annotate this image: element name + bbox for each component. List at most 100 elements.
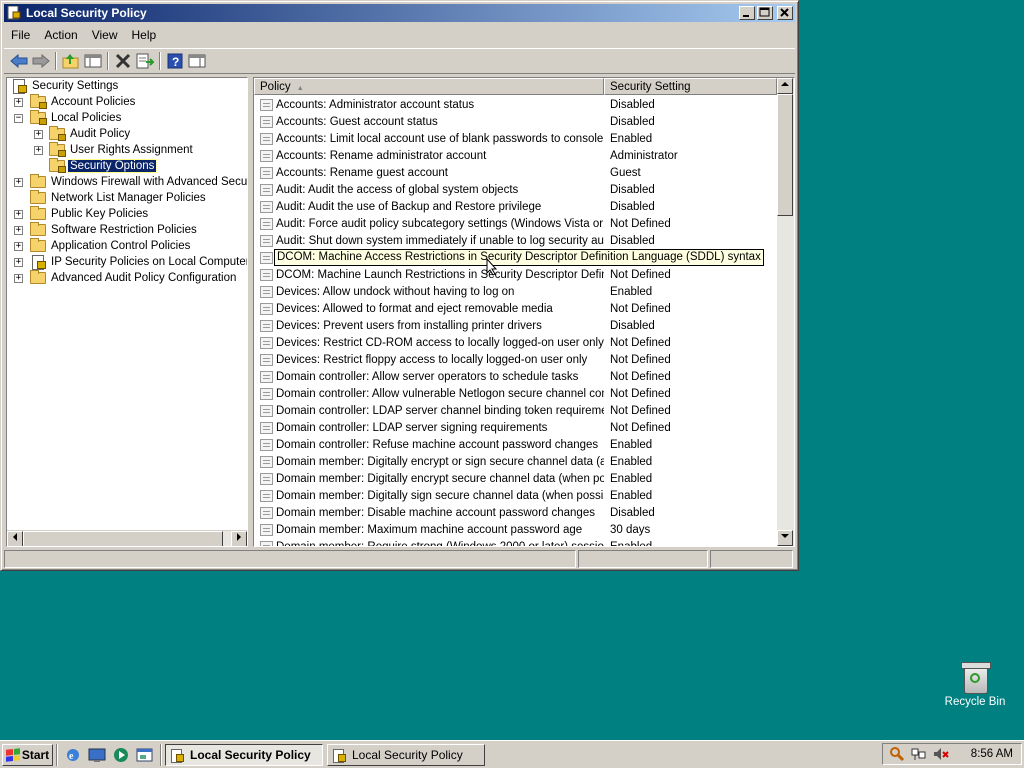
recycle-bin[interactable]: Recycle Bin	[940, 660, 1010, 708]
policy-name: Domain controller: Allow vulnerable Netl…	[276, 387, 604, 400]
table-row[interactable]: Domain controller: LDAP server signing r…	[254, 419, 777, 436]
title-bar[interactable]: Local Security Policy	[4, 4, 795, 22]
tree-item-user-rights-assignment[interactable]: User Rights Assignment	[49, 142, 195, 158]
list-vertical-scrollbar[interactable]	[777, 78, 794, 546]
security-policy-icon	[332, 748, 346, 763]
show-hide-action-pane-button[interactable]	[186, 50, 208, 72]
maximize-button[interactable]	[757, 6, 773, 20]
tree-item-security-settings[interactable]: Security Settings	[11, 78, 120, 94]
toolbar-separator	[159, 52, 161, 70]
table-row[interactable]: Accounts: Administrator account status Di…	[254, 96, 777, 113]
show-hide-tree-button[interactable]	[82, 50, 104, 72]
close-button[interactable]	[777, 6, 793, 20]
tree-item-advanced-audit[interactable]: Advanced Audit Policy Configuration	[30, 270, 238, 286]
expand-ip-security[interactable]: +	[14, 258, 23, 267]
table-row[interactable]: Domain member: Digitally encrypt secure …	[254, 470, 777, 487]
expand-account-policies[interactable]: +	[14, 98, 23, 107]
table-row[interactable]: DCOM: Machine Launch Restrictions in Sec…	[254, 266, 777, 283]
scroll-down-button[interactable]	[777, 530, 793, 546]
up-level-button[interactable]	[60, 50, 82, 72]
tree-item-software-restriction[interactable]: Software Restriction Policies	[30, 222, 199, 238]
table-row[interactable]: Devices: Allow undock without having to …	[254, 283, 777, 300]
tree-item-public-key-policies[interactable]: Public Key Policies	[30, 206, 150, 222]
table-row[interactable]: Devices: Prevent users from installing p…	[254, 317, 777, 334]
policy-icon	[260, 489, 273, 502]
taskbar-button-local-security-policy[interactable]: Local Security Policy	[165, 743, 323, 766]
expand-audit-policy[interactable]: +	[34, 130, 43, 139]
table-row[interactable]: Domain member: Maximum machine account p…	[254, 521, 777, 538]
network-icon[interactable]	[911, 746, 927, 762]
table-row[interactable]: Accounts: Rename guest account Guest	[254, 164, 777, 181]
scroll-left-button[interactable]	[7, 531, 23, 546]
export-list-icon	[136, 53, 154, 69]
expand-application-control[interactable]: +	[14, 242, 23, 251]
table-row[interactable]: Accounts: Rename administrator account Ad…	[254, 147, 777, 164]
minimize-button[interactable]	[739, 6, 755, 20]
expand-software-restriction[interactable]: +	[14, 226, 23, 235]
table-row[interactable]: Audit: Force audit policy subcategory se…	[254, 215, 777, 232]
collapse-local-policies[interactable]: −	[14, 114, 23, 123]
tree-item-application-control[interactable]: Application Control Policies	[30, 238, 192, 254]
search-icon[interactable]	[889, 746, 905, 762]
column-header-setting[interactable]: Security Setting	[604, 78, 777, 95]
expand-windows-firewall[interactable]: +	[14, 178, 23, 187]
start-button[interactable]: Start	[2, 743, 53, 766]
table-row[interactable]: Devices: Restrict floppy access to local…	[254, 351, 777, 368]
scroll-up-button[interactable]	[777, 78, 793, 94]
table-row[interactable]: Domain controller: Allow server operator…	[254, 368, 777, 385]
server-manager-icon[interactable]	[136, 747, 154, 763]
back-button[interactable]	[8, 50, 30, 72]
delete-button[interactable]	[112, 50, 134, 72]
volume-muted-icon[interactable]	[933, 746, 949, 762]
table-row[interactable]: Audit: Shut down system immediately if u…	[254, 232, 777, 249]
menu-file[interactable]: File	[4, 26, 37, 44]
tree-item-label: Software Restriction Policies	[51, 224, 197, 236]
table-row[interactable]: Accounts: Limit local account use of bla…	[254, 130, 777, 147]
expand-public-key-policies[interactable]: +	[14, 210, 23, 219]
table-row[interactable]: Accounts: Guest account status Disabled	[254, 113, 777, 130]
tree-horizontal-scrollbar[interactable]	[7, 530, 247, 546]
task-label: Local Security Policy	[352, 747, 463, 762]
column-header-policy[interactable]: Policy ▲	[254, 78, 604, 95]
left-arrow-icon	[13, 533, 17, 541]
taskbar-divider	[56, 743, 58, 766]
tree-item-ip-security[interactable]: IP Security Policies on Local Computer	[30, 254, 247, 270]
table-row[interactable]: Domain member: Digitally sign secure cha…	[254, 487, 777, 504]
table-row[interactable]: Domain member: Require strong (Windows 2…	[254, 538, 777, 546]
table-row[interactable]: Devices: Allowed to format and eject rem…	[254, 300, 777, 317]
table-row[interactable]: Domain controller: Allow vulnerable Netl…	[254, 385, 777, 402]
help-button[interactable]: ?	[164, 50, 186, 72]
table-row[interactable]: Devices: Restrict CD-ROM access to local…	[254, 334, 777, 351]
internet-explorer-icon[interactable]: e	[64, 747, 82, 763]
table-row[interactable]: Domain member: Digitally encrypt or sign…	[254, 453, 777, 470]
vertical-scroll-thumb[interactable]	[777, 94, 793, 216]
maximize-icon	[759, 7, 770, 17]
forward-button[interactable]	[30, 50, 52, 72]
tree-item-windows-firewall[interactable]: Windows Firewall with Advanced Security	[30, 174, 247, 190]
menu-view[interactable]: View	[85, 26, 125, 44]
scroll-right-button[interactable]	[231, 531, 247, 546]
security-policy-icon	[6, 5, 22, 20]
expand-user-rights-assignment[interactable]: +	[34, 146, 43, 155]
menu-action[interactable]: Action	[37, 26, 84, 44]
tree-item-account-policies[interactable]: Account Policies	[30, 94, 137, 110]
media-player-icon[interactable]	[112, 747, 130, 763]
show-desktop-icon[interactable]	[88, 747, 106, 763]
menu-help[interactable]: Help	[125, 26, 164, 44]
tree-item-security-options[interactable]: Security Options	[49, 158, 158, 174]
taskbar-button-local-security-policy-2[interactable]: Local Security Policy	[327, 743, 485, 766]
policy-icon	[260, 115, 273, 128]
tree-item-local-policies[interactable]: Local Policies	[30, 110, 123, 126]
table-row[interactable]: Domain member: Disable machine account p…	[254, 504, 777, 521]
expand-advanced-audit[interactable]: +	[14, 274, 23, 283]
export-list-button[interactable]	[134, 50, 156, 72]
table-row[interactable]: Audit: Audit the access of global system…	[254, 181, 777, 198]
table-row[interactable]: Domain controller: LDAP server channel b…	[254, 402, 777, 419]
table-row[interactable]: Audit: Audit the use of Backup and Resto…	[254, 198, 777, 215]
horizontal-scroll-thumb[interactable]	[23, 531, 223, 546]
tree-item-label: User Rights Assignment	[70, 144, 193, 156]
delete-x-icon	[115, 53, 131, 69]
table-row[interactable]: Domain controller: Refuse machine accoun…	[254, 436, 777, 453]
tree-item-network-list-manager[interactable]: Network List Manager Policies	[30, 190, 208, 206]
tree-item-audit-policy[interactable]: Audit Policy	[49, 126, 132, 142]
